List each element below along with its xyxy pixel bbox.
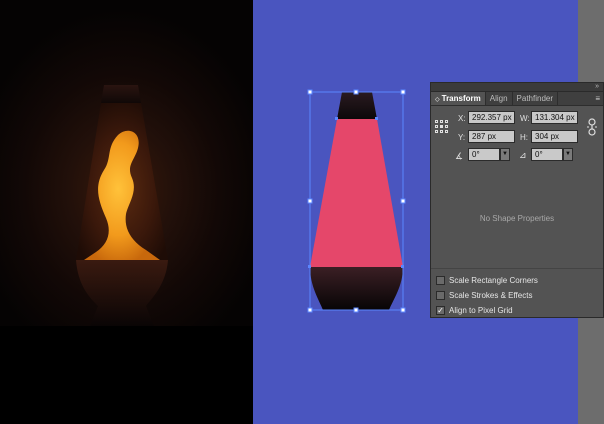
vector-lamp-body <box>310 119 403 267</box>
align-to-pixel-grid-checkbox[interactable]: ✓ <box>436 305 445 315</box>
chain-link-icon[interactable] <box>587 118 597 136</box>
tab-align[interactable]: Align <box>486 92 513 105</box>
scale-rectangle-corners-option[interactable]: Scale Rectangle Corners <box>436 274 538 286</box>
scale-rectangle-corners-checkbox[interactable] <box>436 275 445 285</box>
tab-pathfinder[interactable]: Pathfinder <box>513 92 559 105</box>
vector-lamp-cap <box>337 92 377 119</box>
lamp-cap <box>101 85 141 103</box>
lamp-base <box>76 260 168 326</box>
w-label: W: <box>520 114 530 123</box>
rotate-dropdown-button[interactable]: ▼ <box>500 148 510 161</box>
panel-tabs: ◇ Transform Align Pathfinder ≡ <box>431 92 603 106</box>
y-label: Y: <box>458 133 466 142</box>
shear-field[interactable]: 0° <box>531 148 563 161</box>
x-label: X: <box>458 114 466 123</box>
scale-strokes-effects-option[interactable]: Scale Strokes & Effects <box>436 289 532 301</box>
panel-divider <box>431 268 603 269</box>
height-field[interactable]: 304 px <box>531 130 578 143</box>
panel-titlebar[interactable]: » <box>431 83 603 92</box>
tab-expand-icon[interactable]: ◇ <box>435 97 440 103</box>
panel-menu-icon[interactable]: ≡ <box>595 94 600 103</box>
shear-angle-icon: ⊿ <box>519 150 527 160</box>
rotate-angle-icon: ∡ <box>455 151 464 161</box>
width-field[interactable]: 131.304 px <box>531 111 578 124</box>
x-field[interactable]: 292.357 px <box>468 111 515 124</box>
vector-lamp-base <box>310 267 403 310</box>
rotate-field[interactable]: 0° <box>468 148 500 161</box>
h-label: H: <box>520 133 528 142</box>
transform-panel[interactable]: » ◇ Transform Align Pathfinder ≡ X: 292.3… <box>430 82 604 318</box>
lava-lamp-illustration <box>76 85 168 326</box>
no-shape-properties-text: No Shape Properties <box>479 214 555 223</box>
rendered-lava-lamp-preview <box>0 0 253 424</box>
y-field[interactable]: 287 px <box>468 130 515 143</box>
align-to-pixel-grid-option[interactable]: ✓ Align to Pixel Grid <box>436 304 513 316</box>
tab-transform[interactable]: ◇ Transform <box>431 92 486 105</box>
reference-point-grid-icon[interactable] <box>435 120 449 134</box>
double-chevron-right-icon[interactable]: » <box>595 82 599 91</box>
shear-dropdown-button[interactable]: ▼ <box>563 148 573 161</box>
scale-strokes-effects-checkbox[interactable] <box>436 290 445 300</box>
